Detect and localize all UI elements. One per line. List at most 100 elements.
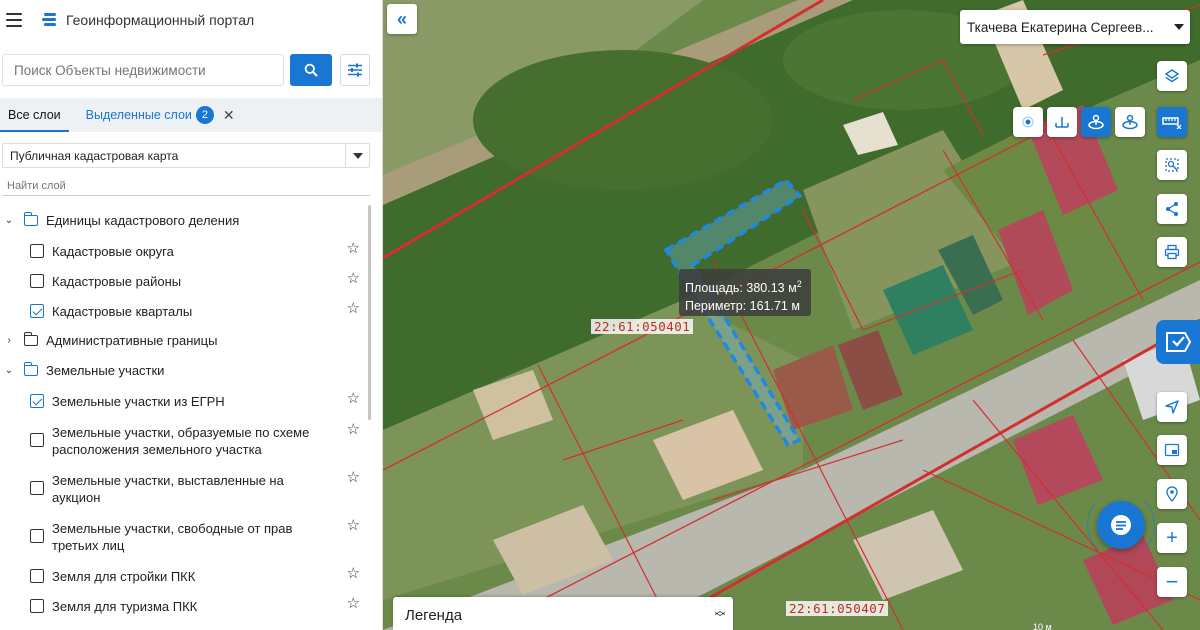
- select-area-button[interactable]: [1157, 150, 1187, 180]
- tab-selected-label: Выделенные слои: [85, 108, 192, 122]
- layer-group-admin-borders[interactable]: › Административные границы: [0, 325, 368, 355]
- chevron-down-icon[interactable]: ⌄: [4, 365, 14, 376]
- sidebar-scrollbar[interactable]: [368, 205, 371, 420]
- area-icon: [1088, 114, 1104, 130]
- layer-item-scheme-plots[interactable]: Земельные участки, образуемые по схеме р…: [0, 416, 368, 464]
- cadastral-quarter-label: 22:61:050401: [591, 319, 694, 334]
- layer-checkbox[interactable]: [30, 569, 44, 583]
- portal-logo-icon: [40, 11, 58, 29]
- layer-item-label: Кадастровые кварталы: [52, 304, 193, 319]
- ruler-icon: [1162, 117, 1182, 129]
- layer-group-label: Единицы кадастрового деления: [46, 212, 240, 228]
- printer-icon: [1164, 244, 1180, 260]
- layer-checkbox[interactable]: [30, 481, 44, 495]
- chevron-down-icon: [345, 144, 369, 167]
- layer-item-free-plots[interactable]: Земельные участки, свободные от прав тре…: [0, 512, 368, 560]
- cadastral-quarter-label: 22:61:050407: [786, 601, 889, 616]
- layer-item-label: Земельные участки, свободные от прав тре…: [52, 521, 293, 553]
- basemap-select[interactable]: Публичная кадастровая карта: [2, 143, 370, 168]
- measure-point-button[interactable]: [1013, 107, 1043, 137]
- layer-item-cadastral-districts[interactable]: Кадастровые округа ☆: [0, 235, 368, 265]
- perimeter-readout: Периметр: 161.71 м: [685, 297, 811, 315]
- share-button[interactable]: [1157, 194, 1187, 224]
- map-view[interactable]: « Ткачева Екатерина Сергеев... + − 22:61…: [383, 0, 1200, 630]
- layer-search-input[interactable]: [2, 176, 370, 196]
- layer-item-construction-land[interactable]: Земля для стройки ПКК ☆: [0, 560, 368, 590]
- measure-tools-button[interactable]: [1157, 107, 1187, 137]
- measure-distance-button[interactable]: [1047, 107, 1077, 137]
- minus-icon: −: [1165, 569, 1179, 594]
- layer-item-cadastral-regions[interactable]: Кадастровые районы ☆: [0, 265, 368, 295]
- layer-item-egrn-plots[interactable]: Земельные участки из ЕГРН ☆: [0, 385, 368, 416]
- area-unit-sup: 2: [796, 279, 802, 289]
- clear-selected-close-icon[interactable]: ✕: [223, 107, 235, 124]
- measure-radius-button[interactable]: [1115, 107, 1145, 137]
- gosuslugi-icon: [1166, 332, 1192, 352]
- legend-panel[interactable]: Легенда ︿ ﹀: [393, 597, 733, 630]
- search-settings-button[interactable]: [340, 54, 370, 86]
- menu-icon[interactable]: [6, 13, 22, 27]
- layer-checkbox[interactable]: [30, 244, 44, 258]
- collapse-sidebar-button[interactable]: «: [387, 4, 417, 34]
- tab-all-layers[interactable]: Все слои: [0, 98, 69, 132]
- layer-checkbox[interactable]: [30, 274, 44, 288]
- layer-group-land-plots[interactable]: ⌄ Земельные участки: [0, 355, 368, 385]
- star-icon[interactable]: ☆: [347, 389, 360, 407]
- layer-checkbox[interactable]: [30, 599, 44, 613]
- print-button[interactable]: [1157, 237, 1187, 267]
- gosuslugi-button[interactable]: [1156, 320, 1200, 364]
- layers-button[interactable]: [1157, 61, 1187, 91]
- search-button[interactable]: [290, 54, 332, 86]
- user-menu[interactable]: Ткачева Екатерина Сергеев...: [960, 10, 1190, 44]
- chevron-down-icon[interactable]: ⌄: [4, 215, 14, 226]
- measure-area-button[interactable]: [1081, 107, 1111, 137]
- chevron-right-icon[interactable]: ›: [4, 335, 14, 346]
- layers-icon: [1164, 69, 1180, 83]
- geolocation-button[interactable]: [1157, 479, 1187, 509]
- star-icon[interactable]: ☆: [347, 468, 360, 486]
- layer-item-cadastral-quarters[interactable]: Кадастровые кварталы ☆: [0, 295, 368, 325]
- star-icon[interactable]: ☆: [347, 239, 360, 257]
- my-location-button[interactable]: [1157, 392, 1187, 422]
- star-icon[interactable]: ☆: [347, 516, 360, 534]
- layer-item-label: Кадастровые округа: [52, 244, 174, 259]
- sidebar: Геоинформационный портал Все слои Выделе…: [0, 0, 383, 630]
- user-name: Ткачева Екатерина Сергеев...: [967, 19, 1154, 35]
- star-icon[interactable]: ☆: [347, 420, 360, 438]
- search-bar: [2, 54, 370, 86]
- star-icon[interactable]: ☆: [347, 564, 360, 582]
- star-icon[interactable]: ☆: [347, 269, 360, 287]
- tab-selected-layers[interactable]: Выделенные слои 2: [78, 98, 214, 132]
- navigation-arrow-icon: [1165, 400, 1179, 414]
- layer-item-label: Земельные участки, выставленные на аукци…: [52, 473, 284, 505]
- measure-tooltip: Площадь: 380.13 м2 Периметр: 161.71 м: [679, 269, 811, 316]
- plus-icon: +: [1166, 526, 1178, 549]
- minimap-icon: [1164, 443, 1180, 457]
- ruler-line-icon: [1055, 117, 1069, 128]
- folder-icon: [23, 211, 38, 226]
- zoom-in-button[interactable]: +: [1157, 523, 1187, 553]
- search-input[interactable]: [2, 54, 284, 86]
- layer-item-label: Земля для туризма ПКК: [52, 599, 198, 614]
- app-header: Геоинформационный портал: [0, 0, 382, 40]
- expand-toggle-icon[interactable]: ︿ ﹀: [707, 606, 733, 624]
- minimap-button[interactable]: [1157, 435, 1187, 465]
- radius-icon: [1122, 114, 1138, 130]
- basemap-select-value: Публичная кадастровая карта: [10, 148, 179, 163]
- layer-item-label: Кадастровые районы: [52, 274, 182, 289]
- chat-button[interactable]: [1097, 501, 1145, 549]
- layer-item-auction-plots[interactable]: Земельные участки, выставленные на аукци…: [0, 464, 368, 512]
- layer-checkbox[interactable]: [30, 529, 44, 543]
- layer-item-tourism-land[interactable]: Земля для туризма ПКК ☆: [0, 590, 368, 620]
- point-icon: [1022, 116, 1034, 128]
- layer-checkbox[interactable]: [30, 304, 44, 318]
- layer-group-cadastral-division[interactable]: ⌄ Единицы кадастрового деления: [0, 205, 368, 235]
- folder-icon: [23, 361, 38, 376]
- star-icon[interactable]: ☆: [347, 594, 360, 612]
- perimeter-value: 161.71 м: [749, 299, 800, 314]
- star-icon[interactable]: ☆: [347, 299, 360, 317]
- selected-count-badge: 2: [195, 106, 214, 124]
- layer-checkbox[interactable]: [30, 433, 44, 447]
- zoom-out-button[interactable]: −: [1157, 567, 1187, 597]
- layer-checkbox[interactable]: [30, 394, 44, 408]
